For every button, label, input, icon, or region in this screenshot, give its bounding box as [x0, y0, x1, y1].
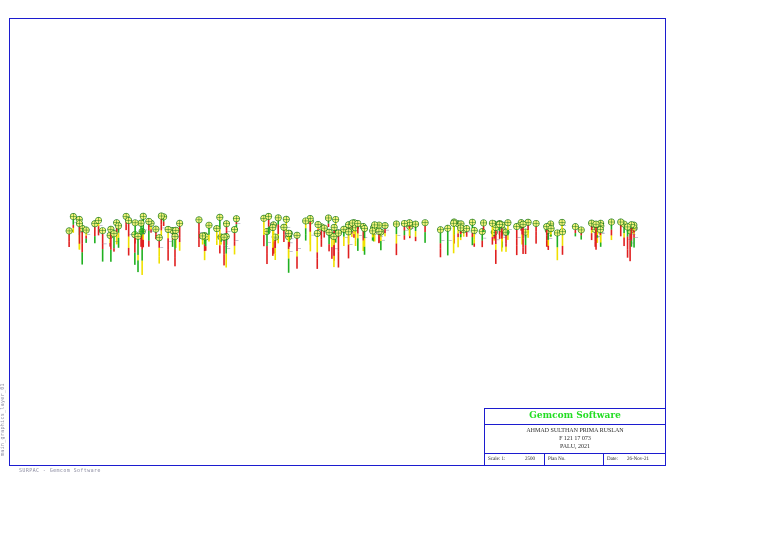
drillhole — [231, 226, 239, 255]
scale-value: 2500 — [525, 457, 535, 462]
title-footer: Scale: 1: 2500 Plan No. Date: 26-Nov-21 — [485, 454, 665, 466]
layer-label: main_graphics_layer_01 — [0, 383, 6, 456]
drillhole-section-plot[interactable] — [10, 19, 665, 465]
drillhole — [369, 227, 377, 241]
drillhole — [596, 226, 605, 238]
drillhole — [82, 226, 91, 243]
date-label: Date: — [607, 457, 618, 462]
divider — [603, 454, 604, 466]
drillhole — [99, 227, 107, 262]
drillhole — [392, 220, 401, 256]
place-year: PALU, 2021 — [559, 444, 591, 450]
drillhole — [492, 223, 500, 264]
drillhole — [400, 219, 409, 240]
drillhole — [91, 220, 99, 244]
drillhole — [558, 228, 566, 255]
drillhole — [345, 228, 353, 259]
drillhole — [313, 229, 321, 269]
author-name: AHMAD SULTHAN PRIMA RUSLAN — [526, 428, 624, 434]
drillhole — [553, 229, 561, 261]
title-block: Gemcom Software AHMAD SULTHAN PRIMA RUSL… — [484, 408, 666, 466]
drillhole — [324, 214, 332, 228]
drillhole — [302, 217, 310, 241]
plan-label: Plan No. — [548, 457, 566, 462]
drillhole — [577, 226, 585, 240]
drawing-frame — [9, 18, 666, 466]
drillhole — [155, 234, 164, 264]
drillhole — [134, 232, 142, 273]
drillhole — [450, 219, 458, 254]
divider — [544, 454, 545, 466]
drillhole — [421, 219, 429, 243]
drillhole — [263, 227, 271, 265]
drillhole — [412, 220, 420, 242]
drillhole — [607, 218, 615, 241]
drillhole — [558, 218, 567, 230]
drillhole — [65, 227, 73, 248]
drillhole — [617, 218, 625, 237]
drillhole — [463, 225, 471, 237]
drillhole — [436, 226, 445, 258]
company-name: Gemcom Software — [485, 409, 665, 425]
drillhole — [171, 233, 179, 267]
software-footer: SURPAC - Gemcom Software — [19, 468, 101, 474]
drillhole — [375, 227, 383, 244]
drillhole — [478, 228, 487, 248]
author-id: F 121 17 073 — [559, 436, 591, 442]
title-info: AHMAD SULTHAN PRIMA RUSLAN F 121 17 073 … — [485, 425, 665, 454]
drillhole — [571, 223, 579, 237]
drillhole — [592, 220, 601, 250]
drillhole — [361, 224, 369, 255]
drillhole — [513, 223, 521, 256]
scale-label: Scale: 1: — [488, 457, 506, 462]
drillhole — [125, 217, 133, 256]
drillhole — [293, 231, 302, 269]
drillhole — [285, 229, 293, 258]
drillhole — [444, 224, 452, 256]
date-value: 26-Nov-21 — [627, 457, 649, 462]
drillhole — [532, 219, 540, 244]
